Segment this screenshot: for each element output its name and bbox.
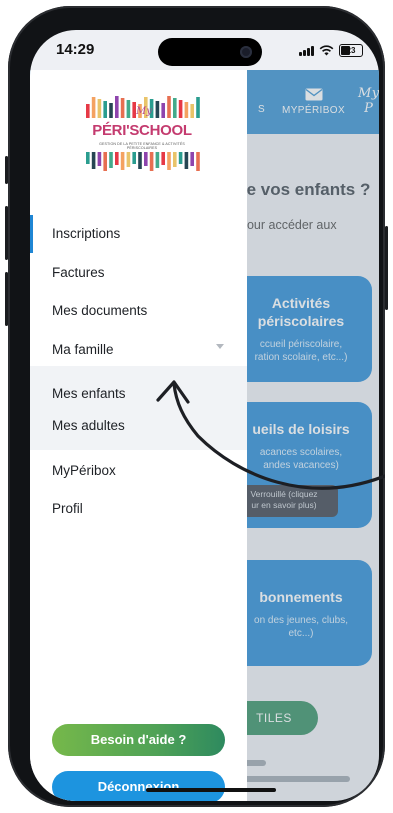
annotation-arrow-icon: [156, 380, 385, 490]
phone-frame: S MYPÉRIBOX My P re vos enfants ? pour a…: [5, 6, 388, 807]
power-button: [385, 226, 388, 310]
